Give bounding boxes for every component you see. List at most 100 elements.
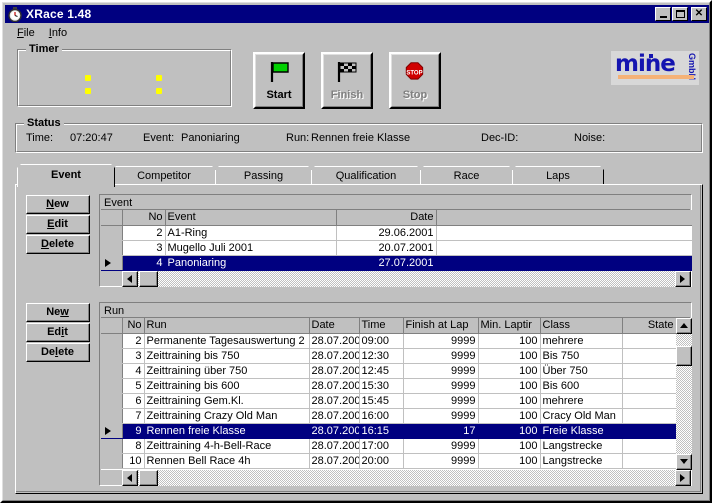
event-new-button[interactable]: New <box>26 195 90 214</box>
table-row[interactable]: 10 Rennen Bell Race 4h 28.07.2001 20:00 … <box>101 453 676 469</box>
run-cell-no: 4 <box>122 363 145 379</box>
run-cell-class: Cracy Old Man <box>540 408 623 424</box>
run-cell-time: 16:15 <box>359 423 404 439</box>
run-cell-run: Zeittraining Gem.Kl. <box>144 393 310 409</box>
timer-colon1-top <box>85 75 91 81</box>
maximize-button[interactable] <box>672 7 688 21</box>
run-cell-class: Über 750 <box>540 363 623 379</box>
run-col-min-laptime[interactable]: Min. Laptir <box>478 318 541 334</box>
run-vscroll-thumb[interactable] <box>676 346 692 366</box>
run-hscroll-left-button[interactable] <box>122 470 138 486</box>
table-row[interactable]: 3 Zeittraining bis 750 28.07.2001 12:30 … <box>101 348 676 364</box>
row-indicator <box>101 453 123 469</box>
table-row[interactable]: 2 Permanente Tagesauswertung 2 28.07.20 0… <box>101 333 676 349</box>
run-vscroll-track[interactable] <box>676 318 692 470</box>
tab-race[interactable]: Race <box>420 166 513 186</box>
finish-button-label: Finish <box>330 88 364 101</box>
arrow-left-icon <box>127 274 132 283</box>
status-decid-label: Dec-ID: <box>481 132 519 144</box>
run-cell-min-laptime: 100 <box>478 423 541 439</box>
row-indicator-current <box>101 423 123 439</box>
run-col-date[interactable]: Date <box>309 318 360 334</box>
table-row[interactable]: 7 Zeittraining Crazy Old Man 28.07.2001 … <box>101 408 676 424</box>
run-cell-finish-at-lap: 9999 <box>403 438 479 454</box>
run-hscroll-track[interactable] <box>122 470 691 486</box>
run-vscroll-up-button[interactable] <box>676 318 692 334</box>
event-hscroll-thumb[interactable] <box>139 271 158 287</box>
run-new-button[interactable]: New <box>26 303 90 322</box>
run-hscroll-right-button[interactable] <box>675 470 691 486</box>
event-col-filler <box>436 210 692 226</box>
event-cell-date: 27.07.2001 <box>336 255 437 271</box>
run-col-class[interactable]: Class <box>540 318 623 334</box>
run-table-body: 2 Permanente Tagesauswertung 2 28.07.20 0… <box>101 333 676 469</box>
run-cell-time: 20:00 <box>359 453 404 469</box>
run-vscroll-down-button[interactable] <box>676 454 692 470</box>
tab-qualification[interactable]: Qualification <box>311 166 421 186</box>
row-indicator <box>101 240 123 256</box>
run-cell-class: Bis 750 <box>540 348 623 364</box>
run-cell-no: 9 <box>122 423 145 439</box>
finish-button[interactable]: Finish <box>321 52 373 109</box>
run-cell-state <box>622 333 676 349</box>
run-grid-body[interactable]: No Run Date Time Finish at Lap Min. Lapt… <box>101 318 676 470</box>
run-delete-button[interactable]: Delete <box>26 343 90 362</box>
event-cell-no: 3 <box>122 240 166 256</box>
table-row[interactable]: 8 Zeittraining 4-h-Bell-Race 28.07.2001 … <box>101 438 676 454</box>
event-col-date[interactable]: Date <box>336 210 437 226</box>
tab-competitor[interactable]: Competitor <box>112 166 216 186</box>
menu-info[interactable]: Info <box>42 26 74 40</box>
event-hscroll-left-button[interactable] <box>122 271 138 287</box>
tab-passing[interactable]: Passing <box>215 166 312 186</box>
run-cell-finish-at-lap: 9999 <box>403 378 479 394</box>
run-col-time[interactable]: Time <box>359 318 404 334</box>
maximize-icon <box>675 10 685 18</box>
run-cell-min-laptime: 100 <box>478 438 541 454</box>
table-row[interactable]: 4 Zeittraining über 750 28.07.2001 12:45… <box>101 363 676 379</box>
run-col-state[interactable]: State <box>622 318 676 334</box>
event-edit-button[interactable]: Edit <box>26 215 90 234</box>
run-cell-min-laptime: 100 <box>478 378 541 394</box>
table-row-selected[interactable]: 9 Rennen freie Klasse 28.07.2001 16:15 1… <box>101 423 676 439</box>
run-col-run[interactable]: Run <box>144 318 310 334</box>
status-run-value: Rennen freie Klasse <box>311 132 411 144</box>
timer-colon2-top <box>156 75 162 81</box>
minimize-button[interactable] <box>655 7 671 21</box>
close-button[interactable]: ✕ <box>691 7 707 21</box>
logo-text: mine <box>615 51 676 77</box>
stop-button[interactable]: STOP Stop <box>389 52 441 109</box>
run-hscroll-thumb[interactable] <box>139 470 158 486</box>
run-cell-time: 12:30 <box>359 348 404 364</box>
event-delete-button[interactable]: Delete <box>26 235 90 254</box>
event-grid-panel: Event No Event Date 2 A1-Ring 29.06.2001… <box>99 194 692 287</box>
event-table: No Event Date 2 A1-Ring 29.06.2001 3 Mug… <box>101 210 692 271</box>
table-row[interactable]: 2 A1-Ring 29.06.2001 <box>101 225 692 241</box>
event-grid-body[interactable]: No Event Date 2 A1-Ring 29.06.2001 3 Mug… <box>101 210 692 271</box>
event-cell-filler <box>436 240 692 256</box>
run-edit-button[interactable]: Edit <box>26 323 90 342</box>
event-grid-hscrollbar[interactable] <box>122 271 691 287</box>
run-cell-finish-at-lap: 9999 <box>403 393 479 409</box>
run-cell-class: Freie Klasse <box>540 423 623 439</box>
table-row[interactable]: 5 Zeittraining bis 600 28.07.2001 15:30 … <box>101 378 676 394</box>
table-row[interactable]: 6 Zeittraining Gem.Kl. 28.07.2001 15:45 … <box>101 393 676 409</box>
run-col-no[interactable]: No <box>122 318 145 334</box>
event-col-no[interactable]: No <box>122 210 166 226</box>
table-row-selected[interactable]: 4 Panoniaring 27.07.2001 <box>101 255 692 271</box>
run-cell-class: Bis 600 <box>540 378 623 394</box>
run-cell-finish-at-lap: 9999 <box>403 408 479 424</box>
start-button[interactable]: Start <box>253 52 305 109</box>
event-col-event[interactable]: Event <box>165 210 337 226</box>
run-grid-vscrollbar[interactable] <box>676 318 692 470</box>
status-run-label: Run: <box>286 132 310 144</box>
run-col-indicator <box>101 318 123 334</box>
run-grid-hscrollbar[interactable] <box>122 470 691 486</box>
run-cell-min-laptime: 100 <box>478 363 541 379</box>
menu-file[interactable]: File <box>10 26 42 40</box>
run-col-finish-at-lap[interactable]: Finish at Lap <box>403 318 479 334</box>
event-hscroll-right-button[interactable] <box>675 271 691 287</box>
event-hscroll-track[interactable] <box>122 271 691 287</box>
tab-laps[interactable]: Laps <box>512 166 604 186</box>
table-row[interactable]: 3 Mugello Juli 2001 20.07.2001 <box>101 240 692 256</box>
tab-event[interactable]: Event <box>17 164 115 187</box>
